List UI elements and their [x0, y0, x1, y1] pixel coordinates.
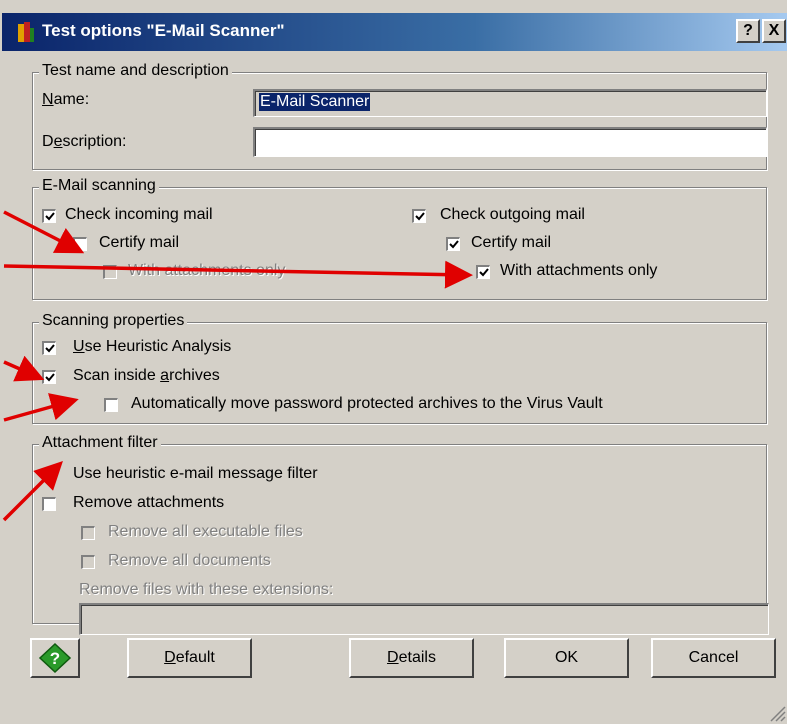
- certify-outgoing-checkbox[interactable]: [446, 237, 460, 251]
- attachments-outgoing-checkbox[interactable]: [476, 265, 490, 279]
- scan-archives-label[interactable]: Scan inside archives: [73, 367, 220, 385]
- check-icon: [479, 268, 489, 277]
- check-incoming-label[interactable]: Check incoming mail: [65, 206, 213, 224]
- help-title-icon: ?: [743, 22, 753, 39]
- scanning-properties-group: Scanning properties Use Heuristic Analys…: [32, 312, 767, 424]
- attachments-incoming-checkbox: [103, 265, 117, 279]
- help-title-button[interactable]: ?: [736, 19, 760, 43]
- attachment-filter-group: Attachment filter Use heuristic e-mail m…: [32, 434, 769, 635]
- default-button[interactable]: Default: [127, 638, 252, 678]
- check-icon: [415, 212, 425, 221]
- certify-outgoing-label[interactable]: Certify mail: [471, 234, 551, 252]
- window-title: Test options "E-Mail Scanner": [42, 21, 285, 40]
- remove-executable-label: Remove all executable files: [108, 523, 303, 540]
- help-button[interactable]: ?: [30, 638, 80, 678]
- check-icon: [45, 212, 55, 221]
- move-protected-label[interactable]: Automatically move password protected ar…: [131, 395, 603, 413]
- check-outgoing-checkbox[interactable]: [412, 209, 426, 223]
- dialog-window: Test options "E-Mail Scanner" ? X Test n…: [0, 0, 787, 724]
- cancel-button[interactable]: Cancel: [651, 638, 776, 678]
- extensions-label: Remove files with these extensions:: [79, 581, 334, 598]
- remove-documents-label: Remove all documents: [108, 552, 271, 569]
- ok-button[interactable]: OK: [504, 638, 629, 678]
- check-icon: [45, 471, 55, 480]
- certify-incoming-label[interactable]: Certify mail: [99, 234, 179, 252]
- scan-archives-checkbox[interactable]: [42, 370, 56, 384]
- name-label: Name:: [42, 91, 90, 108]
- close-icon: X: [768, 22, 780, 39]
- check-outgoing-label[interactable]: Check outgoing mail: [440, 206, 585, 224]
- svg-text:?: ?: [50, 649, 60, 668]
- name-value: E-Mail Scanner: [259, 93, 371, 111]
- remove-attachments-label[interactable]: Remove attachments: [73, 494, 224, 512]
- check-icon: [45, 373, 55, 382]
- group-legend: E-Mail scanning: [39, 177, 159, 195]
- check-icon: [449, 240, 459, 249]
- remove-attachments-checkbox[interactable]: [42, 497, 56, 511]
- app-icon: [18, 22, 34, 42]
- remove-executable-checkbox: [81, 526, 95, 540]
- title-bar[interactable]: Test options "E-Mail Scanner" ? X: [2, 13, 787, 51]
- certify-incoming-checkbox[interactable]: [73, 237, 87, 251]
- test-name-group: Test name and description Name: E-Mail S…: [32, 62, 767, 170]
- check-incoming-checkbox[interactable]: [42, 209, 56, 223]
- email-scanning-group: E-Mail scanning Check incoming mail Cert…: [32, 177, 767, 300]
- group-legend: Test name and description: [39, 62, 232, 80]
- remove-documents-checkbox: [81, 555, 95, 569]
- extensions-field: [79, 603, 769, 635]
- attachments-incoming-label: With attachments only: [128, 262, 286, 279]
- close-button[interactable]: X: [762, 19, 786, 43]
- name-field[interactable]: E-Mail Scanner: [253, 89, 767, 117]
- heuristic-analysis-label[interactable]: Use Heuristic Analysis: [73, 338, 231, 356]
- attachments-outgoing-label[interactable]: With attachments only: [500, 262, 657, 280]
- group-legend: Scanning properties: [39, 312, 188, 330]
- group-legend: Attachment filter: [39, 434, 161, 452]
- heuristic-analysis-checkbox[interactable]: [42, 341, 56, 355]
- move-protected-checkbox[interactable]: [104, 398, 118, 412]
- check-icon: [45, 344, 55, 353]
- details-button[interactable]: Details: [349, 638, 474, 678]
- description-field[interactable]: [253, 127, 767, 157]
- help-icon: ?: [38, 642, 72, 674]
- description-label: Description:: [42, 133, 127, 150]
- resize-grip-icon[interactable]: [768, 704, 786, 722]
- heuristic-filter-checkbox[interactable]: [42, 468, 56, 482]
- heuristic-filter-label[interactable]: Use heuristic e-mail message filter: [73, 465, 318, 483]
